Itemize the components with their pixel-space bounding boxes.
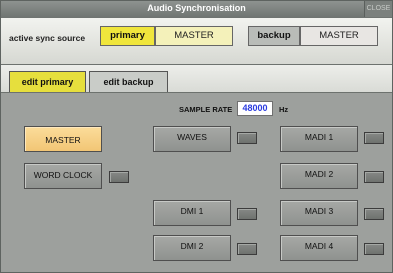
source-madi-2-button[interactable]: MADI 2 xyxy=(280,163,358,189)
sample-rate-unit: Hz xyxy=(279,105,289,114)
tab-edit-backup[interactable]: edit backup xyxy=(89,71,168,92)
source-word-clock-button[interactable]: WORD CLOCK xyxy=(24,163,102,189)
source-madi-3-button[interactable]: MADI 3 xyxy=(280,200,358,226)
source-master-button[interactable]: MASTER xyxy=(24,126,102,152)
primary-button[interactable]: primary xyxy=(100,26,155,46)
close-button[interactable]: CLOSE xyxy=(364,1,392,17)
sample-rate-label: SAMPLE RATE xyxy=(179,105,233,114)
source-madi-4-button[interactable]: MADI 4 xyxy=(280,235,358,261)
tab-edit-primary[interactable]: edit primary xyxy=(9,71,86,92)
audio-sync-window: Audio Synchronisation CLOSE active sync … xyxy=(0,0,393,273)
source-waves-button[interactable]: WAVES xyxy=(153,126,231,152)
madi-1-status-indicator xyxy=(364,132,384,144)
madi-2-status-indicator xyxy=(364,171,384,183)
active-sync-source-row: active sync source primary MASTER backup… xyxy=(1,18,392,65)
madi-3-status-indicator xyxy=(364,208,384,220)
backup-button[interactable]: backup xyxy=(248,26,300,46)
source-madi-1-button[interactable]: MADI 1 xyxy=(280,126,358,152)
dmi-1-status-indicator xyxy=(237,208,257,220)
word-clock-status-indicator xyxy=(109,171,129,183)
dmi-2-status-indicator xyxy=(237,243,257,255)
waves-status-indicator xyxy=(237,132,257,144)
window-title: Audio Synchronisation xyxy=(147,3,246,13)
sample-rate-value: 48000 xyxy=(237,101,273,116)
edit-tabs: edit primary edit backup xyxy=(1,65,392,93)
primary-source-value: MASTER xyxy=(155,26,233,46)
madi-4-status-indicator xyxy=(364,243,384,255)
active-sync-source-label: active sync source xyxy=(9,33,86,43)
backup-source-value: MASTER xyxy=(300,26,378,46)
title-bar: Audio Synchronisation CLOSE xyxy=(1,1,392,19)
source-dmi-1-button[interactable]: DMI 1 xyxy=(153,200,231,226)
source-dmi-2-button[interactable]: DMI 2 xyxy=(153,235,231,261)
